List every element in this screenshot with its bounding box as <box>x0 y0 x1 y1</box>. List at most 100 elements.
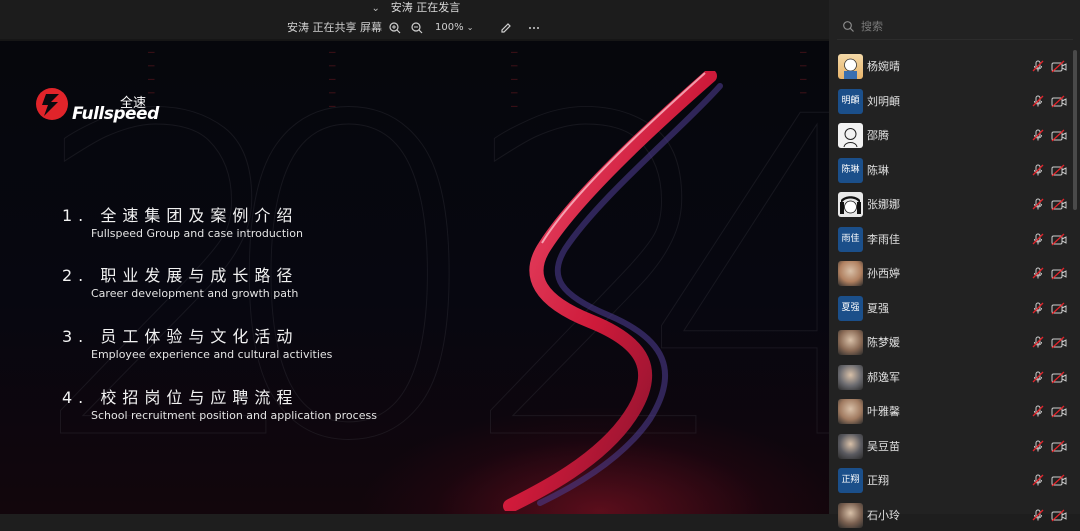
avatar <box>838 54 863 79</box>
agenda-item: 1. 全速集团及案例介绍 Fullspeed Group and case in… <box>62 205 303 241</box>
agenda-title: 3. 员工体验与文化活动 <box>62 327 299 346</box>
participant-row[interactable]: 孙西婷 <box>835 257 1071 289</box>
agenda-title: 2. 职业发展与成长路径 <box>62 266 299 285</box>
chevron-down-icon[interactable]: ⌄ <box>369 2 383 16</box>
participant-row[interactable]: 张娜娜 <box>835 188 1071 220</box>
agenda-item: 2. 职业发展与成长路径 Career development and grow… <box>62 265 298 301</box>
participant-row[interactable]: 正翔 正翔 <box>835 464 1071 496</box>
mic-muted-icon[interactable] <box>1031 335 1045 349</box>
pen-icon[interactable] <box>498 20 514 36</box>
mic-muted-icon[interactable] <box>1031 370 1045 384</box>
agenda-title: 4. 校招岗位与应聘流程 <box>62 388 299 407</box>
camera-off-icon[interactable] <box>1051 198 1067 211</box>
agenda-subtitle: Employee experience and cultural activit… <box>91 348 333 361</box>
presentation-slide: 2 0 2 4 I I I I I I I I I I I I I I I I … <box>0 41 829 514</box>
mic-muted-icon[interactable] <box>1031 439 1045 453</box>
mic-muted-icon[interactable] <box>1031 128 1045 142</box>
scrollbar-thumb[interactable] <box>1073 50 1077 210</box>
camera-off-icon[interactable] <box>1051 474 1067 487</box>
logo-text: Fullspeed <box>72 104 159 124</box>
zoom-out-icon[interactable] <box>409 20 425 36</box>
zoom-level-select[interactable]: 100% ⌄ <box>435 20 473 36</box>
shared-screen-area: ⌄ 安涛 正在发言 安涛 正在共享 屏幕 100% ⌄ 2 0 2 4 I I I… <box>0 0 829 514</box>
mic-muted-icon[interactable] <box>1031 473 1045 487</box>
avatar: 明頔 <box>838 88 863 114</box>
sharing-status: 安涛 正在共享 屏幕 <box>287 21 382 34</box>
participant-name: 孙西婷 <box>867 267 900 280</box>
avatar: 夏强 <box>838 295 863 321</box>
speaking-indicator[interactable]: ⌄ 安涛 正在发言 <box>0 1 829 16</box>
participant-name: 刘明頔 <box>867 94 900 108</box>
participant-row[interactable]: 陈梦媛 <box>835 326 1071 358</box>
camera-off-icon[interactable] <box>1051 164 1067 177</box>
camera-off-icon[interactable] <box>1051 302 1067 315</box>
camera-off-icon[interactable] <box>1051 233 1067 246</box>
avatar <box>838 399 863 424</box>
speaking-text: 安涛 正在发言 <box>390 1 461 14</box>
search-input[interactable] <box>861 15 1061 37</box>
avatar <box>838 261 863 286</box>
mic-muted-icon[interactable] <box>1031 163 1045 177</box>
avatar: 正翔 <box>838 468 863 493</box>
participant-row[interactable]: 邵腾 <box>835 119 1071 151</box>
avatar: 陈琳 <box>838 157 863 183</box>
agenda-subtitle: Career development and growth path <box>91 287 299 300</box>
participant-name: 夏强 <box>867 301 889 315</box>
mic-muted-icon[interactable] <box>1031 94 1045 108</box>
camera-off-icon[interactable] <box>1051 267 1067 280</box>
speaker-bar: ⌄ 安涛 正在发言 <box>0 0 829 17</box>
mic-muted-icon[interactable] <box>1031 59 1045 73</box>
participant-name: 邵腾 <box>867 129 889 142</box>
avatar <box>838 433 863 459</box>
participant-row[interactable]: 吴豆苗 <box>835 430 1071 462</box>
chevron-down-icon: ⌄ <box>466 23 474 32</box>
s-swoosh-graphic <box>503 71 723 511</box>
participant-name: 郝逸军 <box>867 370 900 384</box>
mic-muted-icon[interactable] <box>1031 266 1045 280</box>
avatar: 雨佳 <box>838 226 863 252</box>
participant-name: 杨婉晴 <box>867 60 900 73</box>
vertical-decoration: I I I I I <box>326 51 336 112</box>
zoom-level-value: 100% <box>435 22 464 33</box>
mic-muted-icon[interactable] <box>1031 404 1045 418</box>
vertical-decoration: I I I I <box>797 51 807 99</box>
participant-row[interactable]: 夏强 夏强 <box>835 292 1071 324</box>
avatar <box>838 364 863 390</box>
camera-off-icon[interactable] <box>1051 371 1067 384</box>
participant-name: 吴豆苗 <box>867 439 900 453</box>
camera-off-icon[interactable] <box>1051 129 1067 142</box>
mic-muted-icon[interactable] <box>1031 197 1045 211</box>
agenda-item: 3. 员工体验与文化活动 Employee experience and cul… <box>62 326 332 362</box>
mic-muted-icon[interactable] <box>1031 232 1045 246</box>
zoom-in-icon[interactable] <box>387 20 403 36</box>
camera-off-icon[interactable] <box>1051 60 1067 73</box>
search-icon <box>843 21 854 32</box>
participant-row[interactable]: 雨佳 李雨佳 <box>835 223 1071 255</box>
mic-muted-icon[interactable] <box>1031 301 1045 315</box>
agenda-title: 1. 全速集团及案例介绍 <box>62 206 299 225</box>
participant-row[interactable]: 郝逸军 <box>835 361 1071 393</box>
agenda-subtitle: Fullspeed Group and case introduction <box>91 227 303 240</box>
agenda-item: 4. 校招岗位与应聘流程 School recruitment position… <box>62 387 377 423</box>
more-icon[interactable] <box>526 20 542 36</box>
participant-name: 叶雅馨 <box>867 405 900 418</box>
participant-name: 正翔 <box>867 474 889 487</box>
participant-name: 李雨佳 <box>867 232 900 246</box>
participant-row[interactable]: 石小玲 <box>835 499 1071 531</box>
camera-off-icon[interactable] <box>1051 440 1067 453</box>
avatar <box>838 502 863 528</box>
participant-row[interactable]: 叶雅馨 <box>835 395 1071 427</box>
participants-panel: 杨婉晴明頔刘明頔邵腾陈琳陈琳张娜娜雨佳李雨佳孙西婷夏强夏强陈梦媛郝逸军叶雅馨吴豆… <box>829 0 1080 528</box>
search-box <box>837 15 1073 40</box>
camera-off-icon[interactable] <box>1051 336 1067 349</box>
participant-row[interactable]: 杨婉晴 <box>835 50 1071 82</box>
participant-name: 陈梦媛 <box>867 336 900 349</box>
camera-off-icon[interactable] <box>1051 405 1067 418</box>
agenda-subtitle: School recruitment position and applicat… <box>91 409 377 422</box>
participant-name: 陈琳 <box>867 163 889 177</box>
camera-off-icon[interactable] <box>1051 509 1067 522</box>
participant-row[interactable]: 明頔 刘明頔 <box>835 85 1071 117</box>
participant-row[interactable]: 陈琳 陈琳 <box>835 154 1071 186</box>
camera-off-icon[interactable] <box>1051 95 1067 108</box>
mic-muted-icon[interactable] <box>1031 508 1045 522</box>
